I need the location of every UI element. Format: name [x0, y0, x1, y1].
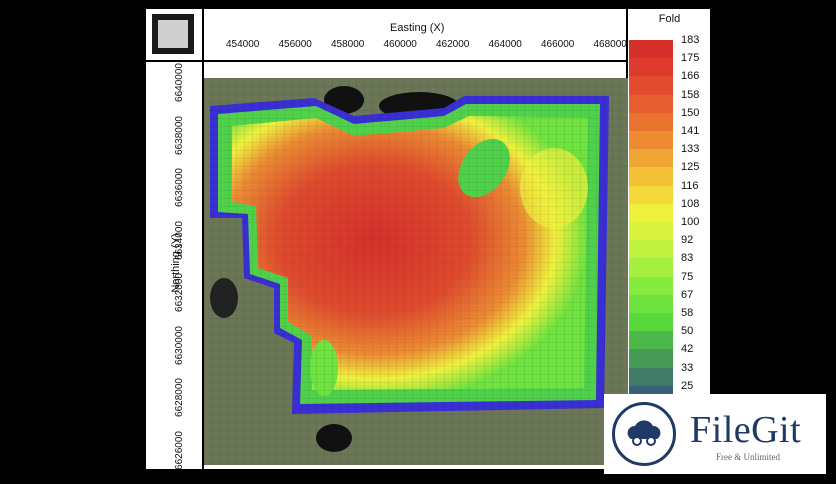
legend-label: 50 — [681, 325, 694, 338]
legend-swatch — [629, 167, 673, 187]
legend-label: 58 — [681, 307, 694, 319]
x-tick-label: 458000 — [331, 39, 365, 50]
legend-swatch — [629, 112, 673, 132]
legend-swatch — [629, 203, 673, 223]
x-axis-title: Easting (X) — [390, 22, 445, 34]
x-tick-label: 462000 — [436, 39, 470, 50]
filegit-logo-icon — [612, 402, 676, 466]
legend-swatch — [629, 258, 673, 278]
legend-swatch — [629, 185, 673, 205]
fold-heatmap-svg — [204, 78, 628, 465]
legend-swatch — [629, 40, 673, 60]
legend-swatch — [629, 94, 673, 114]
y-tick-label: 6634000 — [173, 220, 185, 260]
legend-swatch — [629, 222, 673, 242]
legend-label: 150 — [681, 106, 700, 119]
legend-label: 158 — [681, 88, 700, 101]
legend-swatch — [629, 58, 673, 78]
legend-swatch — [629, 76, 673, 96]
x-tick-label: 464000 — [488, 39, 522, 50]
y-tick-label: 6640000 — [173, 63, 185, 102]
y-tick-label: 6638000 — [173, 115, 185, 155]
legend-label: 42 — [681, 343, 694, 356]
filegit-name: FileGit — [690, 409, 802, 451]
legend-swatch — [629, 240, 673, 260]
x-tick-label: 468000 — [593, 39, 627, 50]
legend-label: 133 — [681, 143, 700, 156]
y-tick-label: 6632000 — [173, 273, 185, 312]
legend-swatch — [629, 131, 673, 151]
legend-label: 116 — [681, 179, 699, 192]
x-tick-label: 454000 — [226, 39, 260, 50]
legend-label: 33 — [681, 361, 694, 374]
x-tick-label: 460000 — [383, 39, 417, 50]
top-divider — [146, 60, 628, 62]
legend-swatch — [629, 294, 673, 314]
y-tick-label: 6626000 — [173, 430, 185, 470]
y-tick-label: 6636000 — [173, 168, 185, 207]
legend-swatch — [629, 331, 673, 351]
legend-label: 108 — [681, 197, 700, 210]
filegit-watermark: FileGit Free & Unlimited — [604, 394, 826, 474]
legend-swatch — [629, 149, 673, 169]
x-tick-label: 466000 — [541, 39, 575, 50]
legend-label: 141 — [681, 125, 700, 137]
cloud-icon — [627, 420, 661, 446]
x-tick-label: 456000 — [278, 39, 312, 50]
legend-label: 92 — [681, 234, 694, 247]
legend-label: 25 — [681, 379, 694, 392]
legend-label: 175 — [681, 52, 700, 65]
y-tick-label: 6630000 — [173, 325, 185, 365]
legend-label: 125 — [681, 161, 700, 174]
fold-heatmap[interactable] — [204, 78, 628, 465]
legend-label: 166 — [681, 70, 700, 83]
legend-swatch — [629, 367, 673, 387]
legend-label: 183 — [681, 34, 700, 46]
legend-label: 100 — [681, 216, 700, 228]
y-tick-label: 6628000 — [173, 378, 185, 417]
legend-label: 83 — [681, 252, 694, 265]
filegit-tagline: Free & Unlimited — [716, 452, 780, 462]
legend-title: Fold — [658, 13, 681, 25]
legend-swatch — [629, 313, 673, 333]
corner-panel — [146, 9, 200, 59]
legend-swatch — [629, 276, 673, 296]
legend-swatch — [629, 349, 673, 369]
window-layout-icon[interactable] — [152, 14, 194, 54]
legend-label: 75 — [681, 270, 694, 283]
legend-label: 67 — [681, 288, 694, 301]
